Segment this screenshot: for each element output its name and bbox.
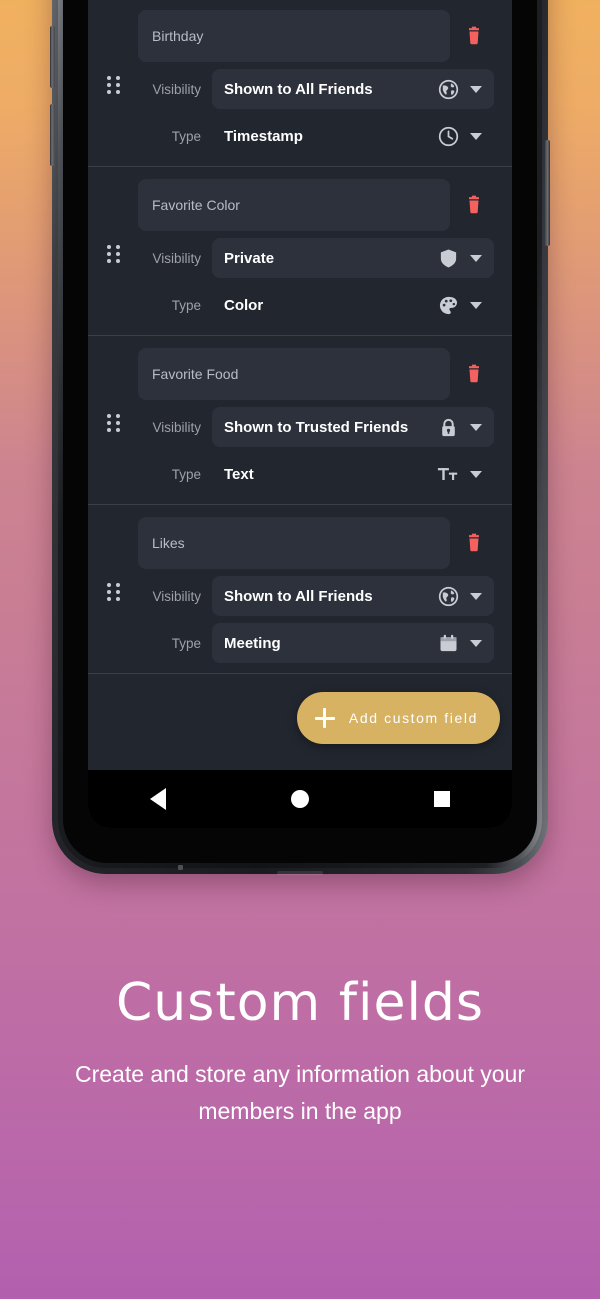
subheadline: Create and store any information about y…: [74, 1061, 526, 1125]
visibility-value: Shown to All Friends: [224, 80, 373, 98]
trash-icon: [469, 533, 479, 552]
visibility-value: Private: [224, 249, 275, 267]
type-value: Color: [224, 296, 264, 314]
volume-down-button[interactable]: [50, 104, 55, 166]
chevron-down-icon[interactable]: [470, 301, 482, 309]
field-name-row: Favorite Color: [88, 179, 512, 231]
palette-icon: [437, 294, 459, 316]
field-card: Favorite Color Visibility Private Type C…: [88, 167, 512, 336]
delete-field-button[interactable]: [454, 185, 494, 225]
back-triangle-icon[interactable]: [150, 788, 167, 810]
field-name-row: Favorite Food: [88, 348, 512, 400]
field-name-row: Birthday: [88, 10, 512, 62]
type-label: Type: [171, 297, 201, 313]
type-label: Type: [171, 635, 201, 651]
visibility-row: Visibility Shown to All Friends: [88, 69, 512, 109]
globe-icon: [437, 78, 459, 100]
android-nav-bar: [88, 770, 512, 828]
visibility-select[interactable]: Shown to Trusted Friends: [212, 407, 494, 447]
trash-icon: [469, 195, 479, 214]
phone-speaker-slot: [277, 871, 323, 875]
type-row: Type Meeting: [88, 623, 512, 663]
field-card: Likes Visibility Shown to All Friends Ty…: [88, 505, 512, 674]
visibility-row: Visibility Private: [88, 238, 512, 278]
text-format-icon: [437, 463, 459, 485]
type-value: Text: [224, 465, 254, 483]
field-card: Birthday Visibility Shown to All Friends…: [88, 0, 512, 167]
promo-caption: Custom fields Create and store any infor…: [0, 973, 600, 1131]
power-button[interactable]: [545, 140, 550, 246]
recents-square-icon[interactable]: [433, 791, 450, 807]
visibility-label: Visibility: [152, 419, 201, 435]
clock-icon: [437, 125, 459, 147]
visibility-label: Visibility: [152, 250, 201, 266]
type-select[interactable]: Meeting: [212, 623, 494, 663]
delete-field-button[interactable]: [454, 16, 494, 56]
drag-handle[interactable]: [107, 76, 121, 94]
type-value: Timestamp: [224, 127, 303, 145]
globe-icon: [437, 585, 459, 607]
visibility-row: Visibility Shown to All Friends: [88, 576, 512, 616]
visibility-label: Visibility: [152, 81, 201, 97]
type-select[interactable]: Color: [212, 285, 494, 325]
chevron-down-icon[interactable]: [470, 85, 482, 93]
visibility-select[interactable]: Shown to All Friends: [212, 69, 494, 109]
headline: Custom fields: [115, 973, 485, 1033]
delete-field-button[interactable]: [454, 523, 494, 563]
shield-icon: [437, 247, 459, 269]
type-label: Type: [171, 466, 201, 482]
chevron-down-icon[interactable]: [470, 132, 482, 140]
type-select[interactable]: Timestamp: [212, 116, 494, 156]
phone-device-frame: Birthday Visibility Shown to All Friends…: [50, 0, 550, 875]
visibility-value: Shown to All Friends: [224, 587, 373, 605]
type-label: Type: [171, 128, 201, 144]
drag-handle[interactable]: [107, 414, 121, 432]
visibility-label: Visibility: [152, 588, 201, 604]
chevron-down-icon[interactable]: [470, 423, 482, 431]
field-card: Favorite Food Visibility Shown to Truste…: [88, 336, 512, 505]
visibility-select[interactable]: Shown to All Friends: [212, 576, 494, 616]
type-row: Type Color: [88, 285, 512, 325]
chevron-down-icon[interactable]: [470, 592, 482, 600]
app-window: Birthday Visibility Shown to All Friends…: [88, 0, 512, 828]
chevron-down-icon[interactable]: [470, 254, 482, 262]
plus-icon: [314, 708, 335, 728]
field-name-input[interactable]: Likes: [138, 517, 450, 569]
field-name-input[interactable]: Birthday: [138, 10, 450, 62]
type-select[interactable]: Text: [212, 454, 494, 494]
trash-icon: [469, 364, 479, 383]
drag-handle[interactable]: [107, 583, 121, 601]
volume-up-button[interactable]: [50, 26, 55, 88]
field-name-input[interactable]: Favorite Food: [138, 348, 450, 400]
visibility-select[interactable]: Private: [212, 238, 494, 278]
drag-handle[interactable]: [107, 245, 121, 263]
promo-screenshot: Birthday Visibility Shown to All Friends…: [0, 0, 600, 1299]
lock-icon: [437, 416, 459, 438]
home-circle-icon[interactable]: [290, 790, 309, 808]
type-value: Meeting: [224, 634, 281, 652]
delete-field-button[interactable]: [454, 354, 494, 394]
chevron-down-icon[interactable]: [470, 470, 482, 478]
visibility-value: Shown to Trusted Friends: [224, 418, 409, 436]
calendar-icon: [437, 632, 459, 654]
phone-bezel-dot: [178, 865, 183, 870]
chevron-down-icon[interactable]: [470, 639, 482, 647]
add-custom-field-button[interactable]: Add custom field: [296, 692, 500, 744]
field-name-row: Likes: [88, 517, 512, 569]
custom-field-list[interactable]: Birthday Visibility Shown to All Friends…: [88, 0, 512, 770]
field-name-input[interactable]: Favorite Color: [138, 179, 450, 231]
trash-icon: [469, 26, 479, 45]
type-row: Type Timestamp: [88, 116, 512, 156]
phone-screen: Birthday Visibility Shown to All Friends…: [88, 0, 512, 828]
add-custom-field-label: Add custom field: [348, 710, 478, 726]
visibility-row: Visibility Shown to Trusted Friends: [88, 407, 512, 447]
type-row: Type Text: [88, 454, 512, 494]
